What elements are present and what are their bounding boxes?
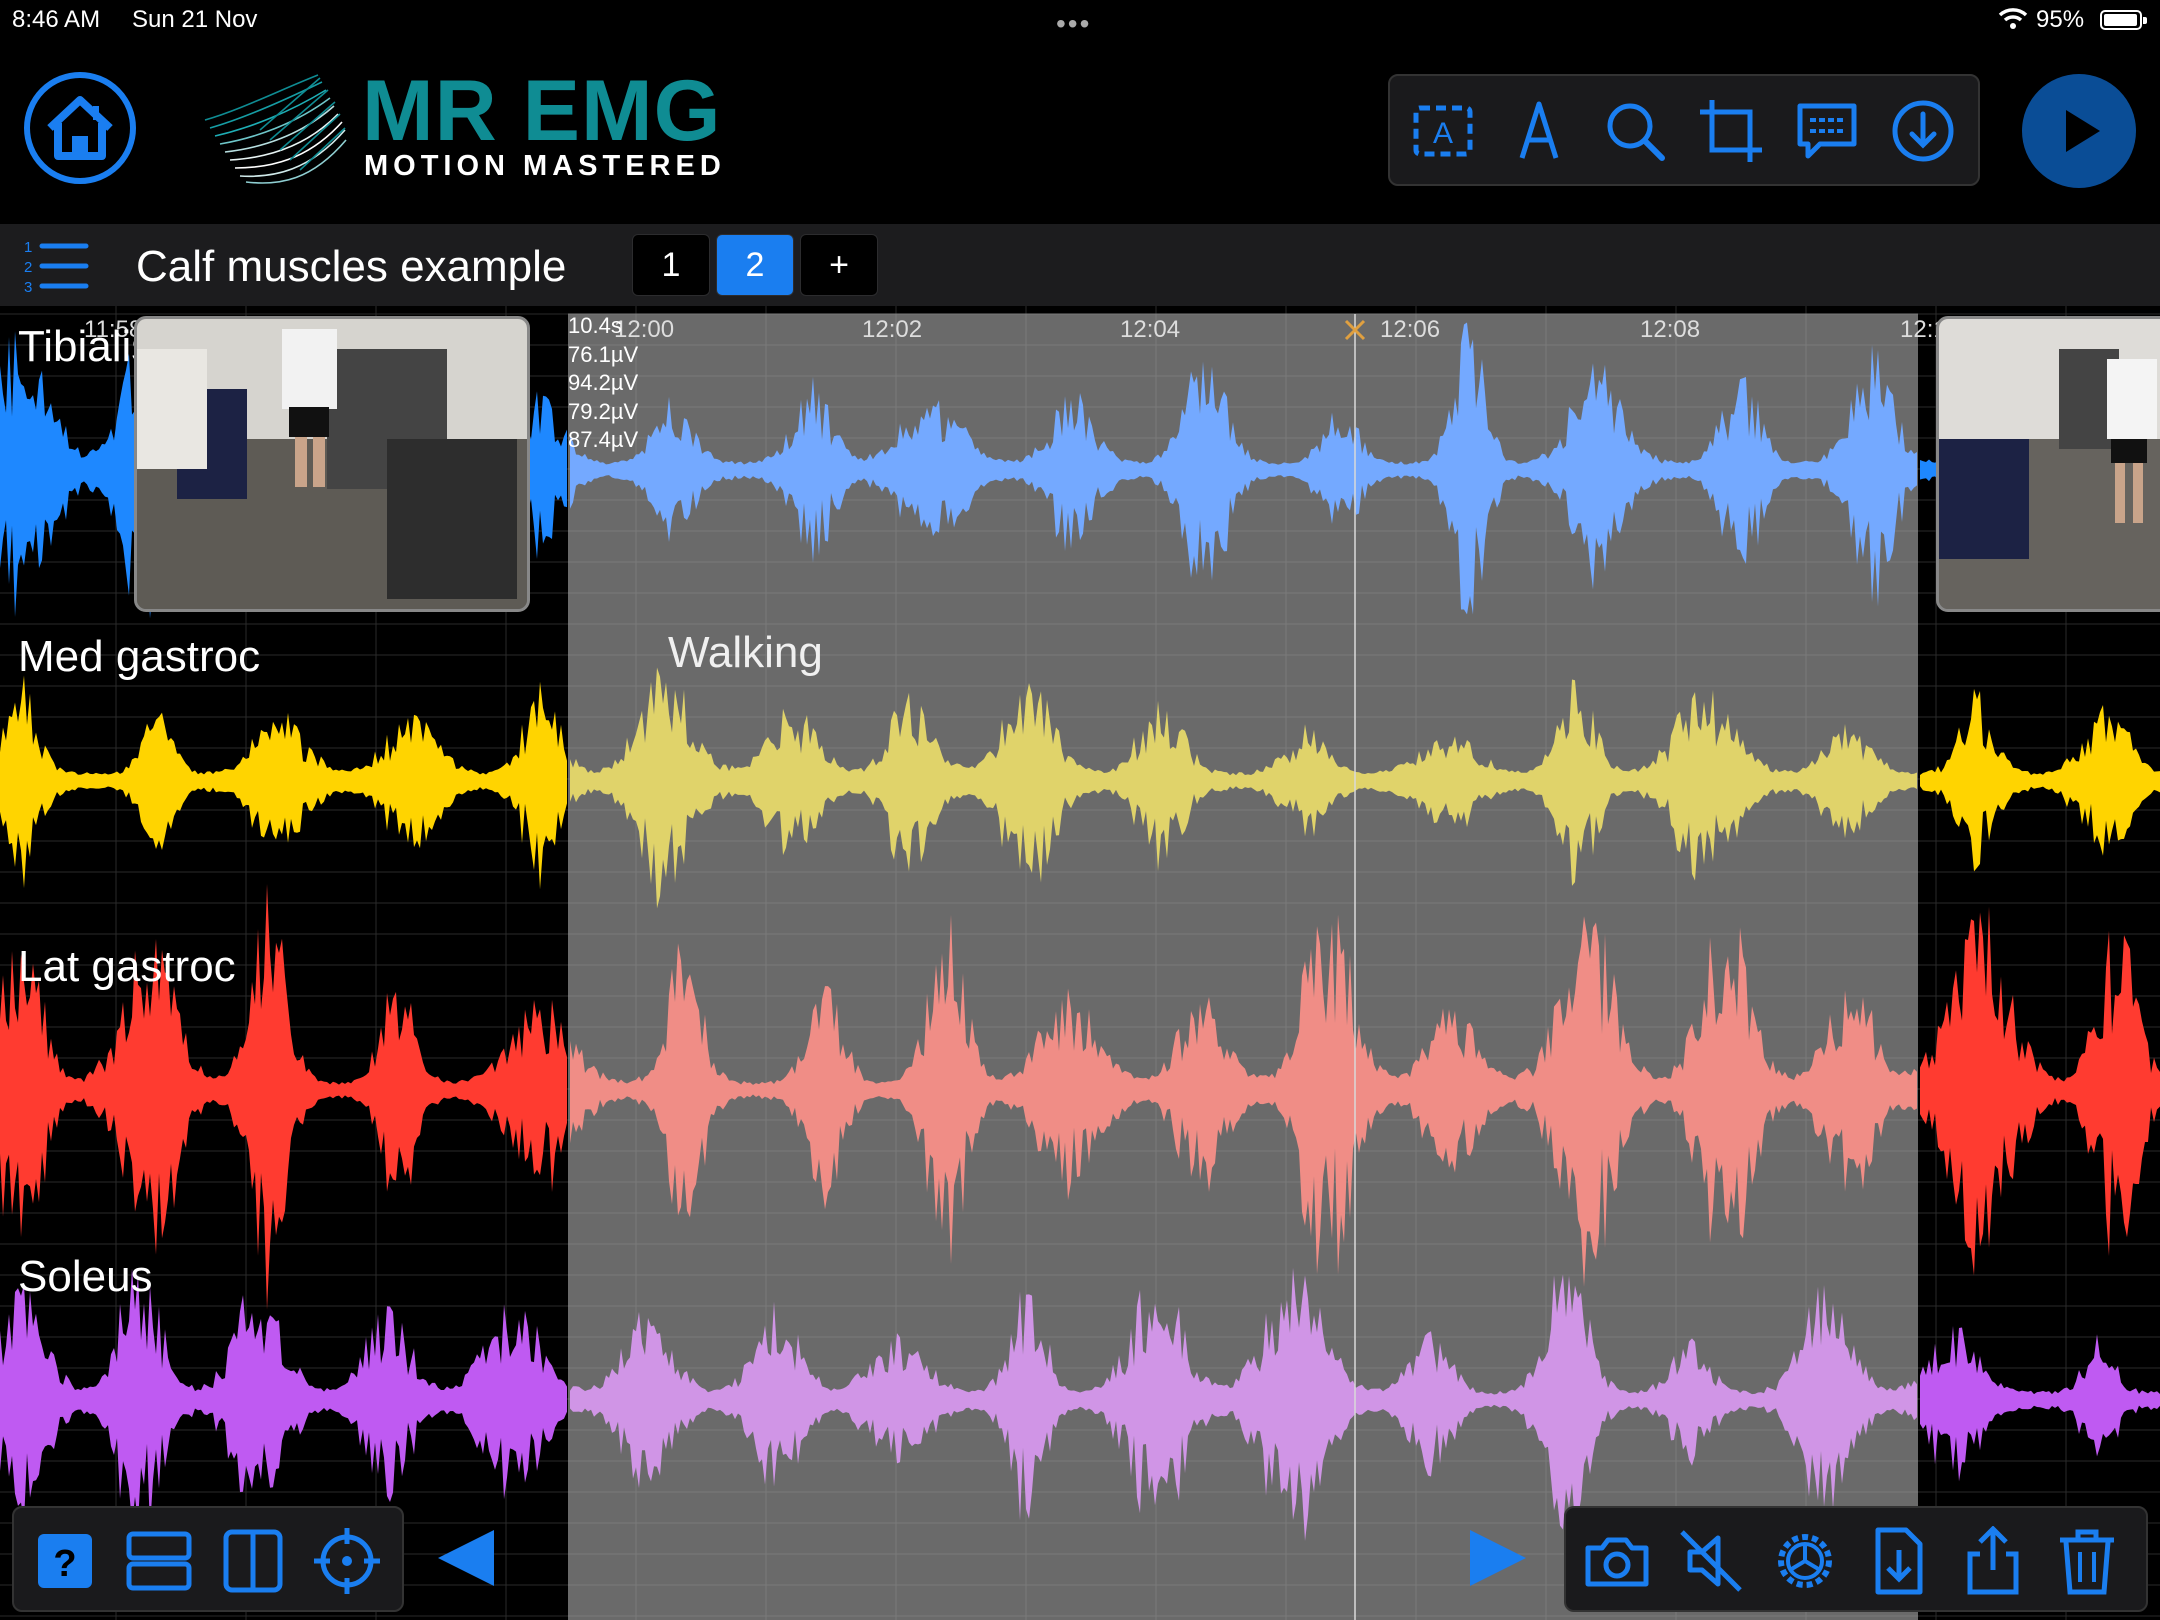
previous-arrow-icon[interactable] <box>430 1522 502 1594</box>
text-box-icon[interactable]: A <box>1408 96 1478 166</box>
battery-icon <box>2100 10 2147 30</box>
time-tick-label: 12:04 <box>1120 316 1181 343</box>
time-tick-label: 12:02 <box>862 316 923 343</box>
import-file-icon[interactable] <box>1864 1526 1934 1596</box>
multitasking-dots[interactable]: ••• <box>1056 8 1091 40</box>
download-icon[interactable] <box>1888 96 1958 166</box>
settings-icon[interactable] <box>1770 1526 1840 1596</box>
search-icon[interactable] <box>1600 96 1670 166</box>
home-button[interactable] <box>24 72 136 184</box>
channel-label-med-gastroc: Med gastroc <box>18 632 261 681</box>
waveform-1 <box>1920 688 2160 872</box>
logo-subtitle: MOTION MASTERED <box>364 150 726 182</box>
logo-title: MR EMG <box>362 63 722 159</box>
trash-icon[interactable] <box>2052 1526 2122 1596</box>
svg-text:A: A <box>1433 117 1453 150</box>
status-bar: 8:46 AM Sun 21 Nov ••• 95% <box>0 0 2160 40</box>
next-arrow-icon[interactable] <box>1462 1522 1534 1594</box>
svg-text:?: ? <box>53 1543 76 1585</box>
bottom-toolbar-left: ? <box>12 1506 404 1612</box>
video-frame <box>1939 319 2160 609</box>
top-toolbar: A <box>1388 74 1980 186</box>
battery-percent: 95% <box>2036 6 2085 33</box>
page-tab-1[interactable]: 1 <box>632 234 710 296</box>
wifi-icon <box>1998 8 2028 29</box>
svg-text:1: 1 <box>24 239 32 256</box>
video-frame <box>137 319 527 609</box>
camera-icon[interactable] <box>1582 1526 1652 1596</box>
time-tick-label: 12:06 <box>1380 316 1441 343</box>
page-tab-2[interactable]: 2 <box>716 234 794 296</box>
split-horizontal-icon[interactable] <box>124 1526 194 1596</box>
channel-label-soleus: Soleus <box>18 1252 153 1301</box>
waveform-2 <box>1920 906 2160 1276</box>
readout-value: 79.2µV <box>568 398 639 424</box>
play-icon <box>2066 110 2100 152</box>
document-title[interactable]: Calf muscles example <box>136 242 566 292</box>
comment-icon[interactable] <box>1792 96 1862 166</box>
waveform-3 <box>1920 1326 2160 1482</box>
add-page-button[interactable]: + <box>800 234 878 296</box>
mute-icon[interactable] <box>1676 1526 1746 1596</box>
selection-label[interactable]: Walking <box>668 628 823 678</box>
readout-time: 10.4s <box>568 313 622 338</box>
pen-icon[interactable] <box>1504 96 1574 166</box>
video-thumbnail-end[interactable] <box>1936 316 2160 612</box>
crop-icon[interactable] <box>1696 96 1766 166</box>
svg-text:2: 2 <box>24 259 32 276</box>
readout-value: 94.2µV <box>568 370 639 395</box>
home-icon <box>47 96 113 160</box>
bottom-toolbar-right <box>1564 1506 2148 1612</box>
crosshair-icon[interactable] <box>312 1526 382 1596</box>
channel-label-lat-gastroc: Lat gastroc <box>18 942 236 991</box>
svg-text:3: 3 <box>24 279 32 296</box>
logo-mark <box>204 74 347 184</box>
readout-value: 76.1µV <box>568 341 639 367</box>
cursor-readout: 10.4s 76.1µV 94.2µV 79.2µV 87.4µV <box>568 312 638 455</box>
status-date: Sun 21 Nov <box>132 6 258 33</box>
play-button[interactable] <box>2022 74 2136 188</box>
share-icon[interactable] <box>1958 1526 2028 1596</box>
video-thumbnail-start[interactable] <box>134 316 530 612</box>
readout-value: 87.4µV <box>568 427 639 452</box>
numbered-list-icon[interactable]: 1 2 3 <box>20 236 90 296</box>
waveform-3 <box>0 1268 567 1530</box>
waveform-1 <box>0 675 567 890</box>
split-vertical-icon[interactable] <box>218 1526 288 1596</box>
help-icon[interactable]: ? <box>30 1526 100 1596</box>
status-time: 8:46 AM <box>12 6 101 33</box>
time-tick-label: 12:08 <box>1640 316 1701 343</box>
